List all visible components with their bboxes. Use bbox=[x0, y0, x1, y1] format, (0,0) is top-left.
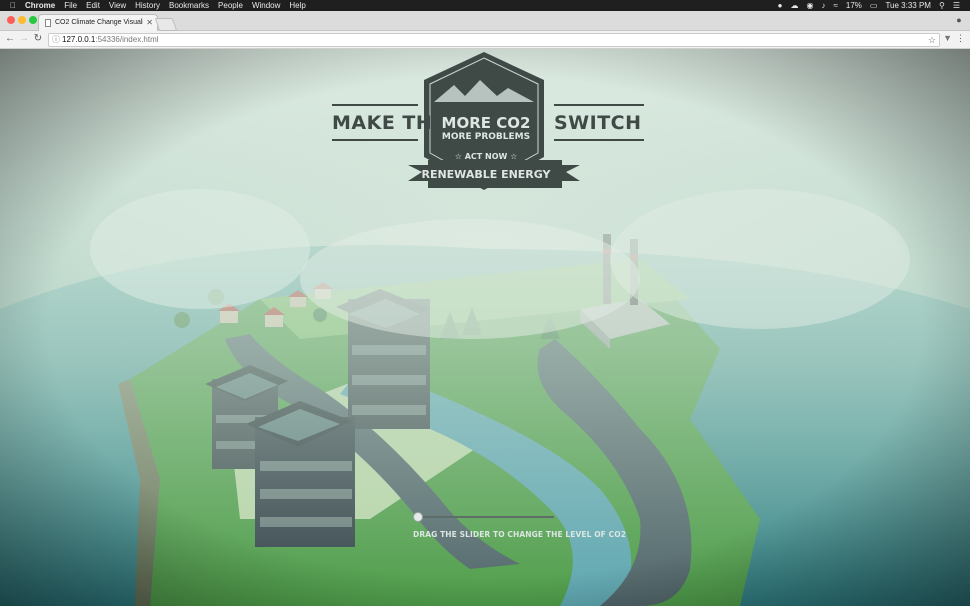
volume-icon[interactable]: ♪ bbox=[821, 0, 825, 11]
logo-renewable-energy: RENEWABLE ENERGY bbox=[421, 168, 551, 181]
forward-arrow-icon[interactable]: → bbox=[18, 33, 30, 45]
logo-switch: SWITCH bbox=[554, 112, 642, 134]
rule-right-top bbox=[554, 104, 644, 106]
co2-slider[interactable] bbox=[410, 511, 560, 523]
notification-center-icon[interactable]: ☰ bbox=[953, 0, 960, 11]
eye-icon[interactable]: ◉ bbox=[807, 0, 814, 11]
bookmark-star-icon[interactable]: ☆ bbox=[928, 34, 936, 46]
menu-bookmarks[interactable]: Bookmarks bbox=[169, 0, 209, 11]
star-icon: ☆ bbox=[454, 152, 462, 161]
menu-window[interactable]: Window bbox=[252, 0, 280, 11]
macos-menu-bar:  Chrome File Edit View History Bookmark… bbox=[0, 0, 970, 11]
menu-view[interactable]: View bbox=[109, 0, 126, 11]
url-path: :54336/index.html bbox=[95, 35, 159, 44]
tab-title: CO2 Climate Change Visualiz bbox=[55, 19, 143, 26]
logo-badge: MAKE THE SWITCH MORE CO2 MORE PROBLEMS ☆… bbox=[322, 52, 648, 202]
chrome-menu-icon[interactable]: ⋮ bbox=[956, 33, 965, 44]
logo-act-now-text: ACT NOW bbox=[464, 152, 508, 161]
battery-percent: 17% bbox=[845, 1, 862, 10]
slider-thumb[interactable] bbox=[413, 512, 423, 522]
profile-icon[interactable]: ● bbox=[954, 15, 964, 25]
new-tab-button[interactable] bbox=[154, 18, 178, 31]
close-window-button[interactable] bbox=[7, 16, 15, 24]
slider-instruction: DRAG THE SLIDER TO CHANGE THE LEVEL OF C… bbox=[413, 530, 627, 539]
close-tab-icon[interactable]: ✕ bbox=[146, 15, 153, 31]
tab-strip: CO2 Climate Change Visualiz ✕ ● bbox=[0, 11, 970, 31]
zoom-window-button[interactable] bbox=[29, 16, 37, 24]
minimize-window-button[interactable] bbox=[18, 16, 26, 24]
star-icon: ☆ bbox=[510, 152, 518, 161]
rule-left-bottom bbox=[332, 139, 418, 141]
reload-icon[interactable]: ↻ bbox=[32, 33, 44, 45]
url-text: 127.0.0.1:54336/index.html bbox=[62, 34, 159, 46]
webgl-canvas[interactable]: MAKE THE SWITCH MORE CO2 MORE PROBLEMS ☆… bbox=[0, 49, 970, 606]
menu-people[interactable]: People bbox=[218, 0, 243, 11]
menu-help[interactable]: Help bbox=[289, 0, 305, 11]
slider-track[interactable] bbox=[414, 516, 554, 518]
spotlight-search-icon[interactable]: ⚲ bbox=[939, 0, 945, 11]
url-host: 127.0.0.1 bbox=[62, 35, 96, 44]
back-arrow-icon[interactable]: ← bbox=[4, 33, 16, 45]
logo-act-now: ☆ ACT NOW ☆ bbox=[429, 152, 543, 161]
browser-toolbar: ← → ↻ ⓘ 127.0.0.1:54336/index.html ☆ ▼ ⋮ bbox=[0, 31, 970, 49]
menu-app-name[interactable]: Chrome bbox=[25, 0, 55, 11]
tab-active[interactable]: CO2 Climate Change Visualiz ✕ bbox=[38, 14, 158, 31]
cloud-icon[interactable]: ☁ bbox=[791, 0, 799, 11]
rule-left-top bbox=[332, 104, 418, 106]
battery-icon[interactable]: ▭ bbox=[870, 0, 878, 11]
rule-right-bottom bbox=[554, 139, 644, 141]
clock[interactable]: Tue 3:33 PM bbox=[885, 0, 931, 11]
extension-icon[interactable]: ▼ bbox=[943, 33, 952, 43]
apple-icon[interactable]:  bbox=[10, 0, 16, 11]
page-icon bbox=[45, 19, 51, 27]
logo-more-co2: MORE CO2 bbox=[441, 114, 531, 132]
logo-more-problems: MORE PROBLEMS bbox=[441, 132, 531, 142]
wifi-icon[interactable]: ≈ bbox=[833, 0, 837, 11]
address-bar[interactable]: ⓘ 127.0.0.1:54336/index.html ☆ bbox=[48, 33, 940, 47]
status-app-icon[interactable]: ● bbox=[778, 0, 783, 11]
menu-edit[interactable]: Edit bbox=[86, 0, 100, 11]
menu-file[interactable]: File bbox=[64, 0, 77, 11]
menu-history[interactable]: History bbox=[135, 0, 160, 11]
info-icon[interactable]: ⓘ bbox=[52, 34, 60, 46]
